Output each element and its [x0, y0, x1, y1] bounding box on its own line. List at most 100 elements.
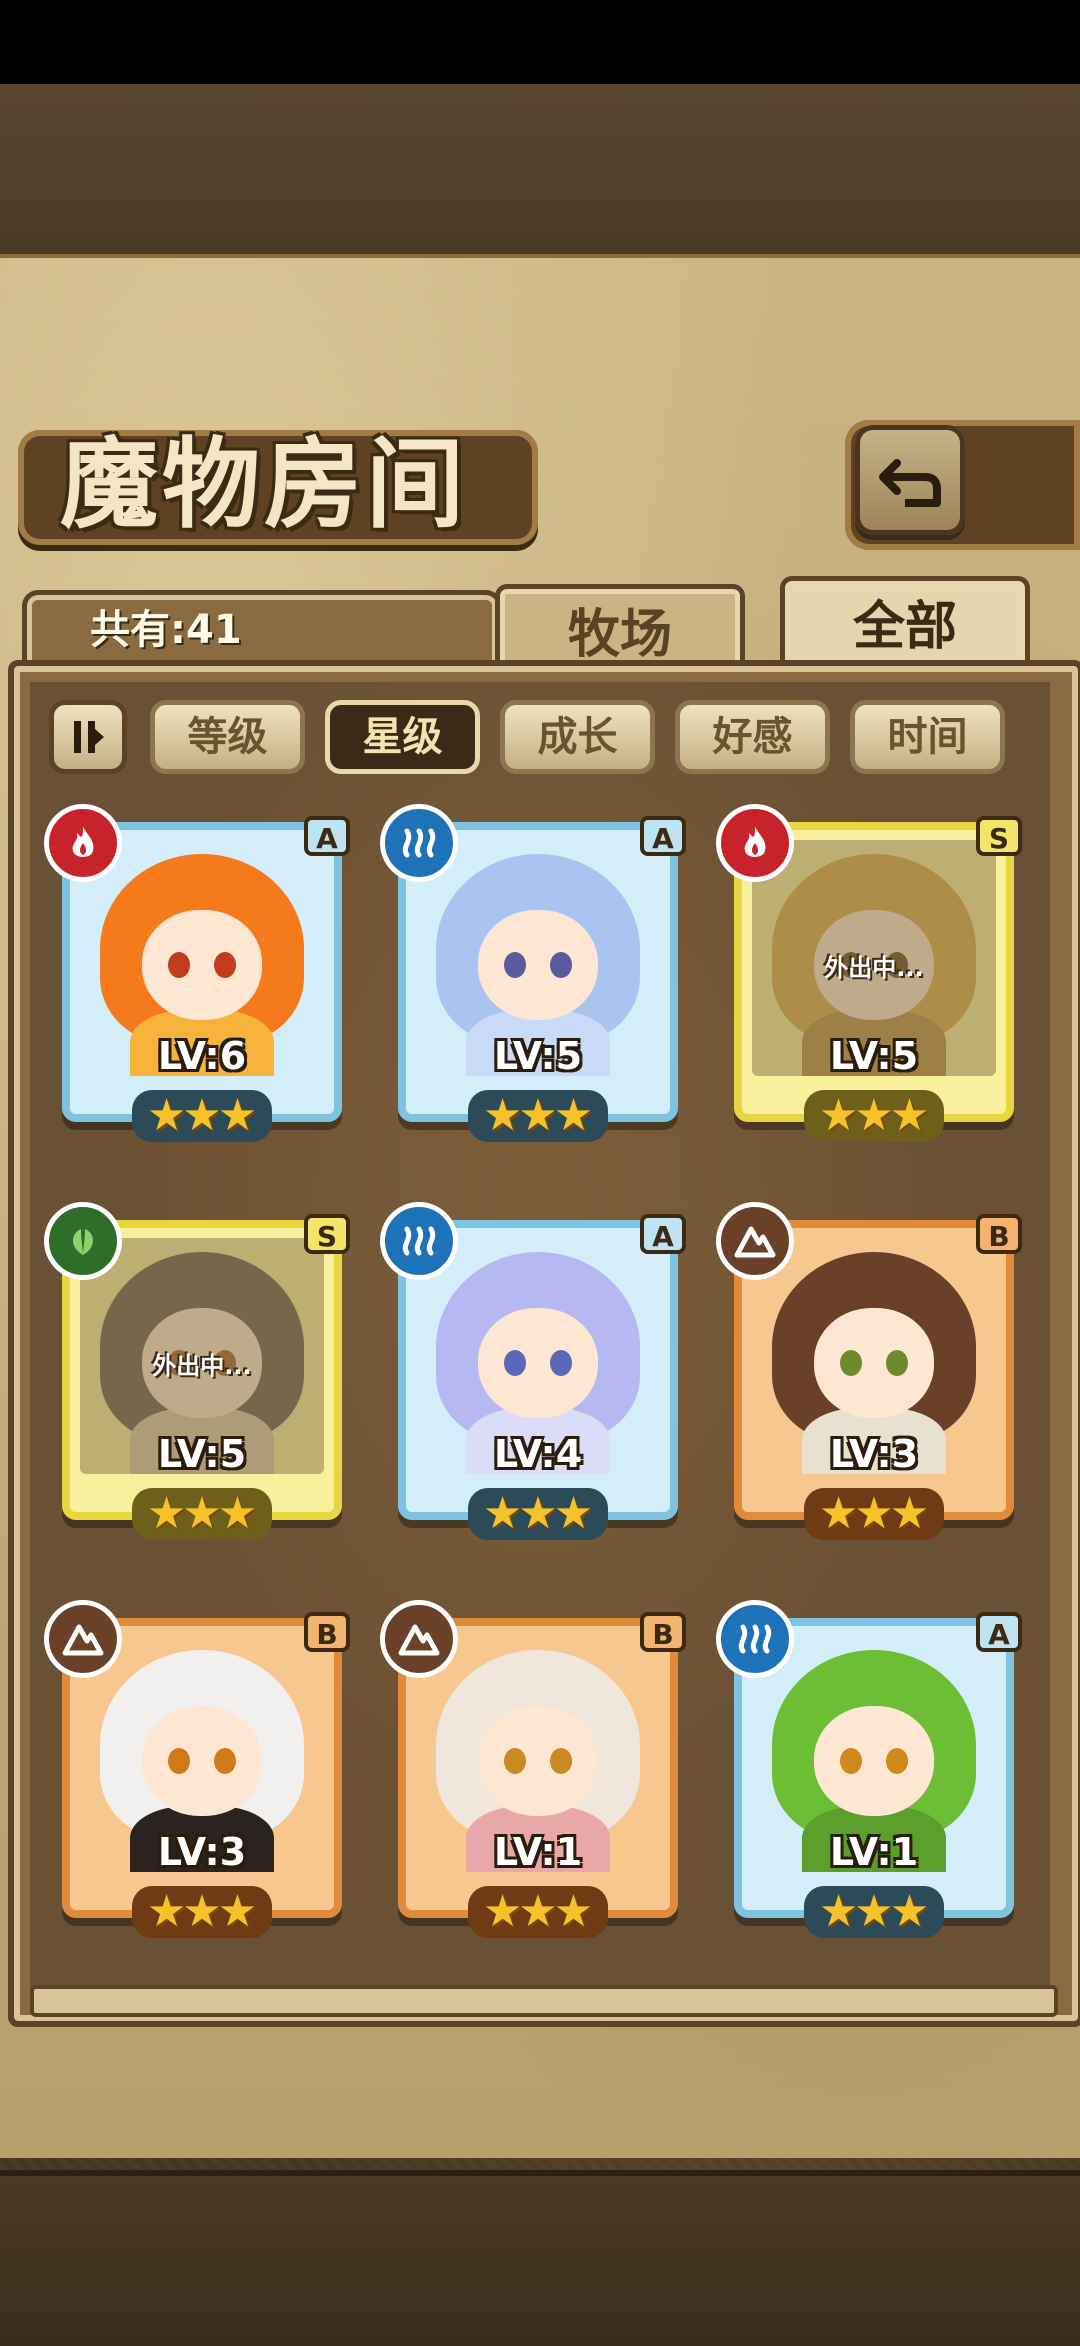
sort-star-button[interactable]: 星级 [325, 700, 480, 774]
monster-card[interactable]: A LV:5 ★ ★ ★ [380, 804, 688, 1142]
star-icon: ★ [889, 1886, 930, 1937]
monster-level: LV:5 [493, 1034, 583, 1078]
star-rating: ★ ★ ★ [804, 1886, 944, 1938]
star-icon: ★ [818, 1488, 859, 1539]
star-rating: ★ ★ ★ [132, 1488, 272, 1540]
star-icon: ★ [518, 1886, 558, 1937]
rank-badge: S [304, 1214, 350, 1254]
rank-badge: S [976, 816, 1022, 856]
water-element-badge [716, 1600, 794, 1678]
earth-element-badge [380, 1600, 458, 1678]
water-element-icon [402, 828, 436, 858]
star-icon: ★ [889, 1090, 930, 1141]
page-title: 魔物房间 [60, 427, 469, 542]
star-icon: ★ [482, 1090, 523, 1141]
rank-badge: B [304, 1612, 350, 1652]
water-element-icon [738, 1624, 772, 1654]
parchment-edge [0, 2100, 1080, 2140]
star-icon: ★ [146, 1886, 187, 1937]
star-icon: ★ [146, 1488, 187, 1539]
star-icon: ★ [182, 1886, 222, 1937]
star-icon: ★ [482, 1886, 523, 1937]
rank-badge: A [304, 816, 350, 856]
earth-element-icon [62, 1624, 104, 1656]
fire-element-badge [716, 804, 794, 882]
star-icon: ★ [553, 1886, 594, 1937]
monster-level: LV:5 [157, 1432, 247, 1476]
sort-level-button[interactable]: 等级 [150, 700, 305, 774]
star-icon: ★ [854, 1488, 894, 1539]
water-element-badge [380, 804, 458, 882]
star-icon: ★ [217, 1488, 258, 1539]
rank-badge: A [640, 816, 686, 856]
monster-card[interactable]: B LV:1 ★ ★ ★ [380, 1600, 688, 1938]
fire-element-icon [72, 827, 94, 857]
earth-element-icon [734, 1226, 776, 1258]
star-icon: ★ [854, 1886, 894, 1937]
star-rating: ★ ★ ★ [132, 1090, 272, 1142]
rank-badge: A [976, 1612, 1022, 1652]
star-rating: ★ ★ ★ [804, 1090, 944, 1142]
leaf-element-badge [44, 1202, 122, 1280]
rank-badge: A [640, 1214, 686, 1254]
water-element-icon [402, 1226, 436, 1256]
earth-element-badge [44, 1600, 122, 1678]
star-icon: ★ [217, 1886, 258, 1937]
monster-level: LV:3 [157, 1830, 247, 1874]
monster-level: LV:1 [493, 1830, 583, 1874]
monster-card[interactable]: A LV:4 ★ ★ ★ [380, 1202, 688, 1540]
sort-order-toggle[interactable] [49, 700, 127, 774]
monster-card[interactable]: 外出中... S LV:5 ★ ★ ★ [716, 804, 1024, 1142]
monster-count: 共有:41 [90, 607, 242, 653]
map-strip-bottom [0, 2170, 1080, 2346]
star-rating: ★ ★ ★ [468, 1886, 608, 1938]
star-icon: ★ [518, 1090, 558, 1141]
sort-time-button[interactable]: 时间 [850, 700, 1005, 774]
sort-growth-button[interactable]: 成长 [500, 700, 655, 774]
fire-element-icon [744, 827, 766, 857]
monster-card[interactable]: B LV:3 ★ ★ ★ [716, 1202, 1024, 1540]
star-icon: ★ [182, 1090, 222, 1141]
sort-order-icon [74, 721, 104, 753]
sort-bar: 等级 星级 成长 好感 时间 [45, 698, 1035, 778]
monster-card[interactable]: B LV:3 ★ ★ ★ [44, 1600, 352, 1938]
rank-badge: B [640, 1612, 686, 1652]
away-status: 外出中... [824, 954, 924, 982]
star-icon: ★ [182, 1488, 222, 1539]
fire-element-badge [44, 804, 122, 882]
star-rating: ★ ★ ★ [468, 1488, 608, 1540]
away-status: 外出中... [152, 1352, 252, 1380]
back-button[interactable] [855, 425, 965, 535]
star-rating: ★ ★ ★ [132, 1886, 272, 1938]
star-icon: ★ [889, 1488, 930, 1539]
monster-level: LV:5 [829, 1034, 919, 1078]
star-rating: ★ ★ ★ [468, 1090, 608, 1142]
panel-bottom-rail [30, 1985, 1058, 2017]
star-icon: ★ [217, 1090, 258, 1141]
monster-level: LV:6 [157, 1034, 247, 1078]
sort-affection-button[interactable]: 好感 [675, 700, 830, 774]
monster-card[interactable]: A LV:6 ★ ★ ★ [44, 804, 352, 1142]
monster-level: LV:4 [493, 1432, 583, 1476]
star-icon: ★ [818, 1090, 859, 1141]
star-icon: ★ [482, 1488, 523, 1539]
status-bar [0, 0, 1080, 84]
map-strip-top [0, 84, 1080, 260]
star-icon: ★ [553, 1488, 594, 1539]
monster-level: LV:3 [829, 1432, 919, 1476]
earth-element-icon [398, 1624, 440, 1656]
monster-card[interactable]: 外出中... S LV:5 ★ ★ ★ [44, 1202, 352, 1540]
star-icon: ★ [518, 1488, 558, 1539]
return-arrow-icon [879, 459, 941, 507]
earth-element-badge [716, 1202, 794, 1280]
star-icon: ★ [146, 1090, 187, 1141]
star-rating: ★ ★ ★ [804, 1488, 944, 1540]
water-element-badge [380, 1202, 458, 1280]
leaf-element-icon [73, 1229, 93, 1255]
rank-badge: B [976, 1214, 1022, 1254]
star-icon: ★ [818, 1886, 859, 1937]
star-icon: ★ [854, 1090, 894, 1141]
monster-card[interactable]: A LV:1 ★ ★ ★ [716, 1600, 1024, 1938]
monster-level: LV:1 [829, 1830, 919, 1874]
star-icon: ★ [553, 1090, 594, 1141]
